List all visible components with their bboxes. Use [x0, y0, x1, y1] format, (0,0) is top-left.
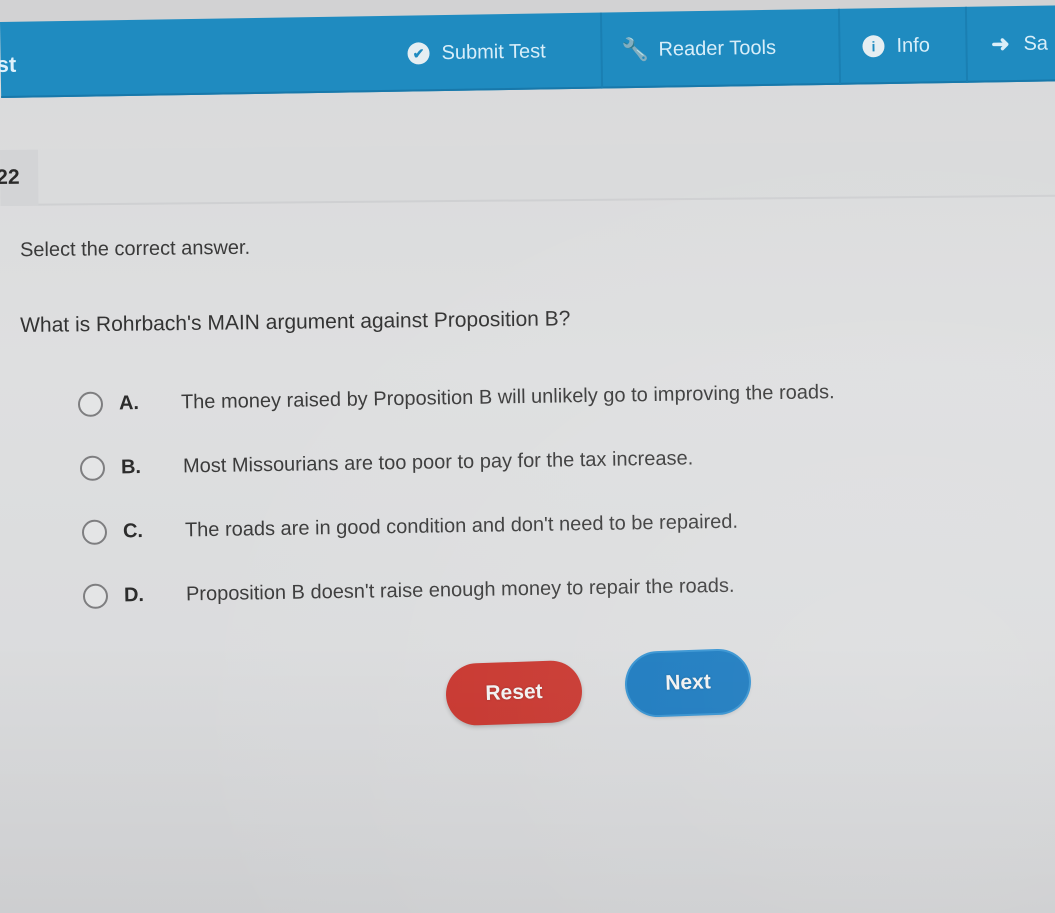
question-header: 22 [0, 140, 1055, 206]
sign-out-icon: ➜ [991, 31, 1010, 57]
radio-button-c[interactable] [81, 519, 108, 545]
reader-tools-label: Reader Tools [658, 36, 777, 61]
answer-option-b[interactable]: B. Most Missourians are too poor to pay … [79, 446, 694, 481]
radio-button-b[interactable] [79, 455, 106, 481]
radio-button-d[interactable] [82, 583, 109, 609]
option-letter: C. [122, 520, 144, 543]
info-circle-icon: i [862, 35, 885, 58]
option-text: Most Missourians are too poor to pay for… [182, 447, 694, 478]
question-number-text: 22 [0, 165, 20, 190]
info-button[interactable]: i Info [837, 7, 953, 85]
next-button[interactable]: Next [625, 649, 751, 717]
option-text: The money raised by Proposition B will u… [180, 381, 835, 414]
answer-option-d[interactable]: D. Proposition B doesn't raise enough mo… [82, 574, 735, 609]
option-letter: A. [118, 392, 140, 415]
question-number: 22 [0, 149, 39, 206]
wrench-icon: 🔧 [621, 36, 650, 63]
option-text: The roads are in good condition and don'… [184, 510, 739, 542]
answer-option-a[interactable]: A. The money raised by Proposition B wil… [77, 380, 835, 417]
submit-test-button[interactable]: ✔ Submit Test [385, 13, 568, 92]
reset-button[interactable]: Reset [444, 659, 584, 727]
answer-option-c[interactable]: C. The roads are in good condition and d… [81, 510, 739, 545]
radio-button-a[interactable] [77, 391, 104, 417]
check-circle-icon: ✔ [407, 42, 430, 65]
option-text: Proposition B doesn't raise enough money… [185, 574, 735, 606]
submit-test-label: Submit Test [441, 39, 546, 64]
reader-tools-button[interactable]: 🔧 Reader Tools [599, 9, 799, 89]
instruction-text: Select the correct answer. [19, 236, 251, 262]
save-exit-button[interactable]: ➜ Sa [964, 5, 1055, 83]
option-letter: B. [120, 456, 142, 479]
test-toolbar: st ✔ Submit Test 🔧 Reader Tools i Info ➜… [0, 5, 1055, 98]
test-title: st [0, 51, 17, 78]
save-exit-label: Sa [1023, 32, 1049, 55]
option-letter: D. [123, 584, 145, 607]
question-prompt: What is Rohrbach's MAIN argument against… [20, 307, 571, 337]
info-label: Info [896, 33, 931, 57]
